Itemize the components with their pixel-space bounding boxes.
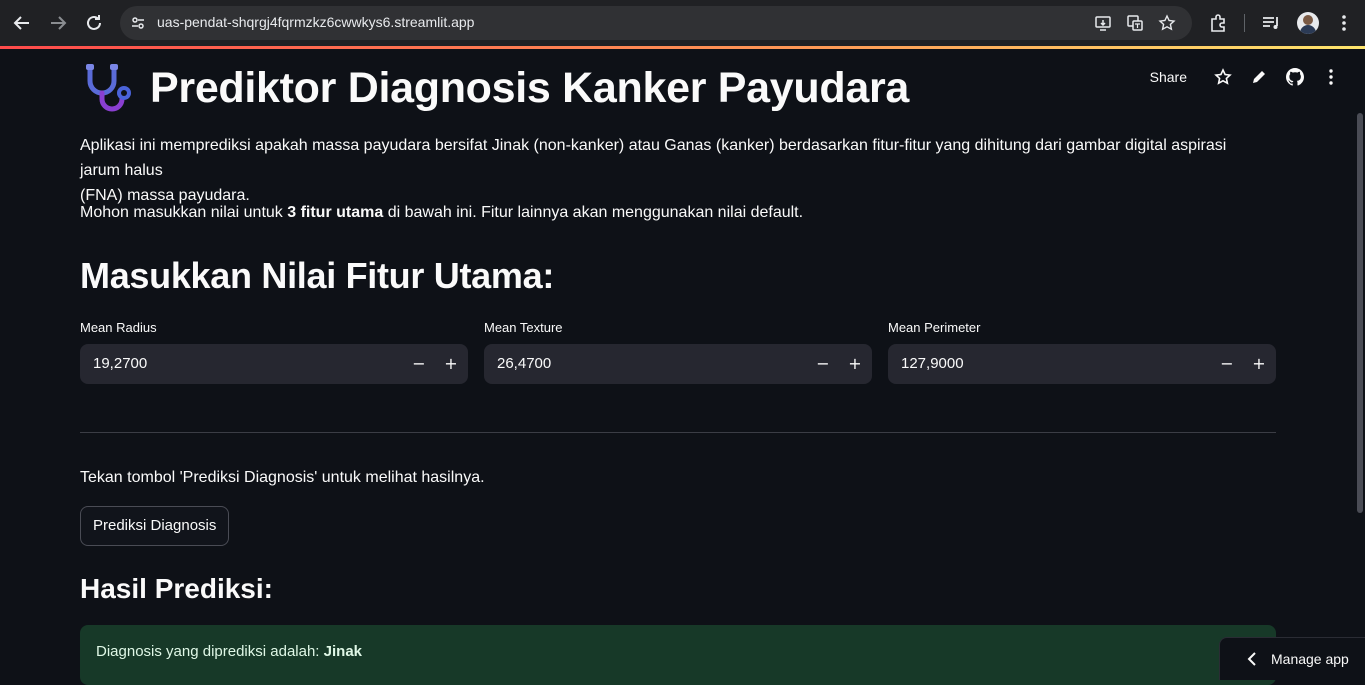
app-menu-icon[interactable] [1313,65,1349,89]
instruction-paragraph: Mohon masukkan nilai untuk 3 fitur utama… [80,200,1260,225]
predict-button[interactable]: Prediksi Diagnosis [80,506,230,546]
install-app-icon[interactable] [1094,14,1112,32]
extensions-icon[interactable] [1208,12,1230,34]
section-divider [80,432,1276,433]
site-settings-icon[interactable] [130,15,146,31]
result-success-alert: Diagnosis yang diprediksi adalah: Jinak [80,625,1276,685]
browser-chrome: uas-pendat-shqrgj4fqrmzkz6cwwkys6.stream… [0,0,1365,46]
streamlit-app: Share Prediktor Diagnosis Kanker Payudar… [0,49,1365,685]
address-bar[interactable]: uas-pendat-shqrgj4fqrmzkz6cwwkys6.stream… [120,6,1192,40]
input-value[interactable]: 127,9000 [901,355,964,372]
result-prefix: Diagnosis yang diprediksi adalah: [96,643,324,660]
field-label: Mean Texture [484,320,563,335]
profile-avatar[interactable] [1297,12,1319,34]
decrement-button[interactable]: − [1215,352,1239,376]
edit-pencil-icon[interactable] [1241,65,1277,89]
input-value[interactable]: 19,2700 [93,355,147,372]
increment-button[interactable]: + [843,352,867,376]
title-row: Prediktor Diagnosis Kanker Payudara [80,63,909,113]
reload-icon[interactable] [82,11,106,35]
translate-icon[interactable] [1126,14,1144,32]
forward-icon[interactable] [46,11,70,35]
increment-button[interactable]: + [1247,352,1271,376]
mean-perimeter-input[interactable]: 127,9000 − + [888,344,1276,384]
stethoscope-icon [86,64,131,112]
field-mean-perimeter: Mean Perimeter 127,9000 − + [888,320,1276,384]
page-title: Prediktor Diagnosis Kanker Payudara [150,63,910,112]
manage-app-label: Manage app [1271,651,1349,667]
mean-texture-input[interactable]: 26,4700 − + [484,344,872,384]
mean-radius-input[interactable]: 19,2700 − + [80,344,468,384]
github-icon[interactable] [1277,65,1313,89]
input-value[interactable]: 26,4700 [497,355,551,372]
result-title: Hasil Prediksi: [80,573,273,604]
field-mean-radius: Mean Radius 19,2700 − + [80,320,468,384]
intro-line-1: Aplikasi ini memprediksi apakah massa pa… [80,137,1227,179]
section-title: Masukkan Nilai Fitur Utama: [80,255,555,296]
manage-app-button[interactable]: Manage app [1219,637,1365,680]
result-value: Jinak [323,643,362,660]
decrement-button[interactable]: − [811,352,835,376]
share-button[interactable]: Share [1150,69,1187,85]
media-controls-icon[interactable] [1260,12,1282,34]
result-text: Diagnosis yang diprediksi adalah: Jinak [96,643,362,660]
field-label: Mean Radius [80,320,157,335]
page-scrollbar[interactable] [1357,113,1363,513]
back-icon[interactable] [10,11,34,35]
increment-button[interactable]: + [439,352,463,376]
bookmark-star-icon[interactable] [1158,14,1176,32]
chevron-left-icon [1247,652,1256,666]
instruction-suffix: di bawah ini. Fitur lainnya akan menggun… [383,204,804,221]
favorite-star-icon[interactable] [1205,65,1241,89]
hint-text: Tekan tombol 'Prediksi Diagnosis' untuk … [80,469,485,486]
toolbar-separator [1244,14,1245,32]
instruction-bold: 3 fitur utama [287,204,384,221]
url-text[interactable]: uas-pendat-shqrgj4fqrmzkz6cwwkys6.stream… [157,14,474,30]
app-toolbar: Share [1150,65,1349,89]
decrement-button[interactable]: − [407,352,431,376]
intro-paragraph: Aplikasi ini memprediksi apakah massa pa… [80,133,1260,208]
field-mean-texture: Mean Texture 26,4700 − + [484,320,872,384]
instruction-prefix: Mohon masukkan nilai untuk [80,204,288,221]
chrome-menu-icon[interactable] [1333,12,1355,34]
field-label: Mean Perimeter [888,320,981,335]
